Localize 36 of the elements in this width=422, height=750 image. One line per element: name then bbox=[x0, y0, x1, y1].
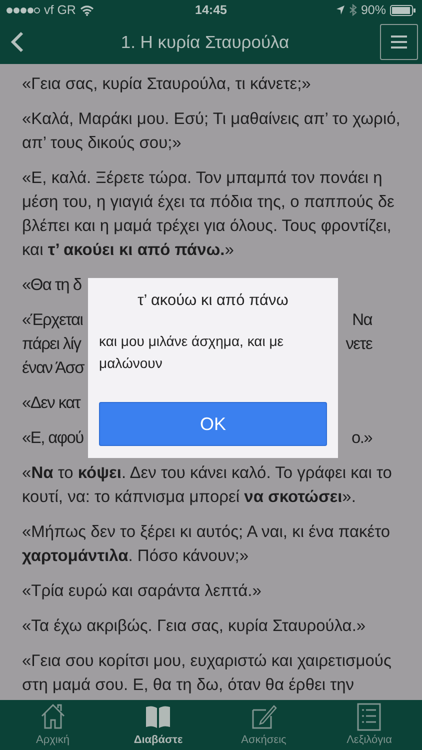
text-fragment: πάρει λίγ bbox=[22, 334, 81, 355]
back-icon[interactable] bbox=[10, 31, 24, 53]
signal-icon bbox=[6, 6, 40, 14]
text-fragment: «Θα τη δ bbox=[22, 275, 82, 296]
menu-icon bbox=[390, 35, 408, 49]
text-fragment: «Ε, αφού bbox=[22, 428, 84, 449]
dialog-title: τ’ ακούω κι από πάνω bbox=[136, 292, 290, 310]
tab-item[interactable]: Διαβάστε bbox=[106, 700, 211, 750]
text-fragment: ο.» bbox=[351, 428, 372, 449]
paragraph: «Τρία ευρώ και σαράντα λεπτά.» bbox=[22, 581, 262, 602]
bluetooth-icon bbox=[348, 4, 357, 16]
paragraph: «Να το κόψει. Δεν του κάνει καλό. Το γράφει και το κουτί, να: το κάπνισμα μπορεί να σκοτώσει». bbox=[22, 463, 393, 508]
paragraph: «Καλά, Μαράκι μου. Εσύ; Τι μαθαίνεις απ’ το χωριό, απ’ τους δικούς σου;» bbox=[22, 109, 402, 154]
tab-item[interactable]: Αρχική bbox=[0, 700, 106, 750]
paragraph: «Ε, καλά. Ξέρετε τώρα. Τον μπαμπά τον πονάει η μέση του, η γιαγιά έχει τα πόδια της, ο παππούς δε βλέπει και η μαμά τρέχει για όλους. Τους φροντίζει, και τ’ ακούει κι από πάνω.» bbox=[22, 168, 396, 261]
menu-button[interactable] bbox=[380, 24, 418, 60]
screen-title: 1. Η κυρία Σταυρούλα bbox=[120, 32, 290, 52]
location-icon bbox=[336, 5, 345, 15]
tab-item[interactable]: Λεξιλόγια bbox=[316, 700, 422, 750]
text-fragment: «Δεν κατ bbox=[22, 393, 80, 414]
battery-percent: 90% bbox=[360, 3, 386, 17]
battery-icon bbox=[390, 4, 416, 16]
paragraph: «Μήπως δεν το ξέρει κι αυτός; Α ναι, κι ένα πακέτο χαρτομάντιλα. Πόσο κάνουν;» bbox=[22, 522, 392, 567]
status-time: 14:45 bbox=[195, 3, 227, 17]
tab-item[interactable]: Ασκήσεις bbox=[211, 700, 316, 750]
text-fragment: έναν Άσσ bbox=[22, 358, 84, 379]
carrier-name: vf GR bbox=[44, 3, 76, 17]
text-fragment: Να bbox=[352, 310, 372, 331]
paragraph: «Γεια σας, κυρία Σταυρούλα, τι κάνετε;» bbox=[22, 74, 312, 95]
wifi-icon bbox=[80, 4, 94, 16]
paragraph: «Τα έχω ακριβώς. Γεια σας, κυρία Σταυρούλα.» bbox=[22, 616, 367, 637]
ok-button[interactable]: OK bbox=[99, 402, 327, 446]
dialog-message: και μου μιλάνε άσχημα, και με μαλώνουν bbox=[99, 332, 285, 373]
paragraph: «Γεια σου κορίτσι μου, ευχαριστώ και χαιρετισμούς στη μαμά σου. Ε, θα τη δω, όταν θα έρθει την bbox=[22, 651, 392, 696]
text-fragment: «Έρχεται bbox=[22, 310, 83, 331]
text-fragment: νετε bbox=[346, 334, 372, 355]
